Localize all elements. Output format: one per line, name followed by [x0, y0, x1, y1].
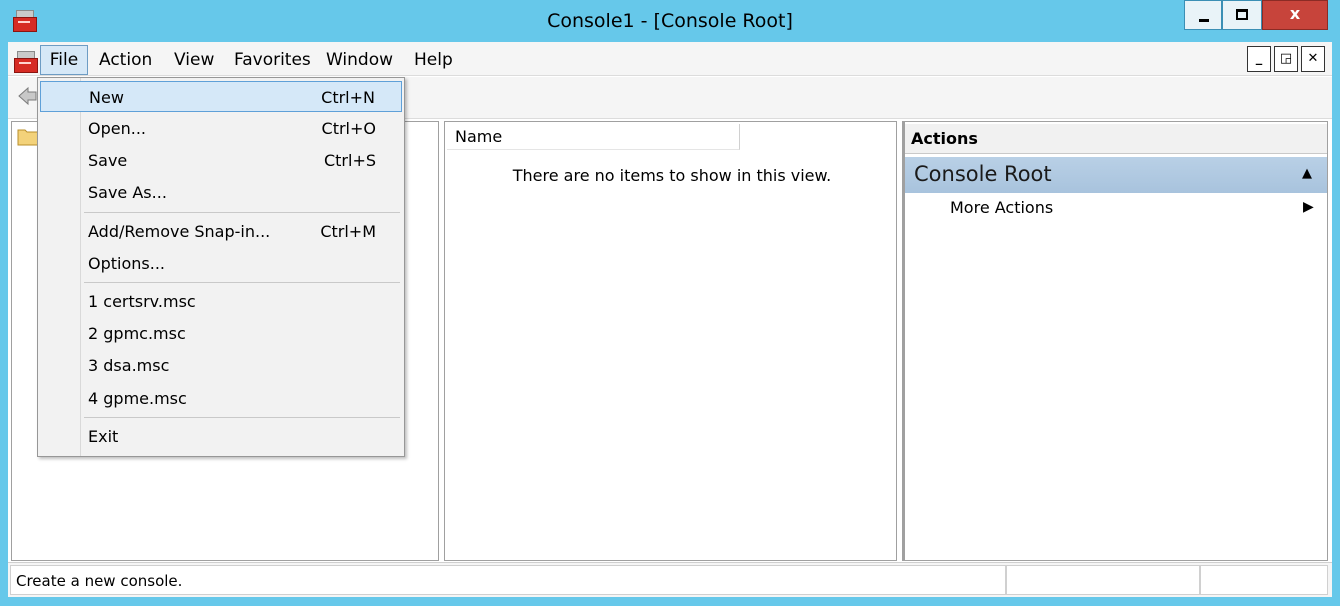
menu-separator: [84, 417, 400, 418]
menu-item-label: Save: [88, 151, 128, 170]
menu-item-recent-2[interactable]: 2 gpmc.msc: [40, 318, 402, 349]
menu-item-add-remove-snap-in[interactable]: Add/Remove Snap-in... Ctrl+M: [40, 216, 402, 247]
status-cell: [1200, 565, 1328, 595]
minimize-button[interactable]: [1184, 0, 1222, 30]
close-button[interactable]: x: [1262, 0, 1328, 30]
menu-item-shortcut: Ctrl+S: [323, 151, 376, 170]
child-close-button[interactable]: ✕: [1301, 46, 1325, 72]
console-system-menu-icon[interactable]: [14, 51, 38, 73]
menu-item-recent-3[interactable]: 3 dsa.msc: [40, 350, 402, 381]
close-icon: x: [1289, 4, 1301, 23]
menu-separator: [84, 282, 400, 283]
restore-icon: ◲: [1279, 51, 1293, 66]
menu-action[interactable]: Action: [93, 45, 158, 75]
actions-section-title: Console Root: [914, 162, 1052, 186]
menu-item-recent-4[interactable]: 4 gpme.msc: [40, 383, 402, 414]
menu-item-label: Save As...: [88, 183, 167, 202]
back-button[interactable]: [16, 84, 38, 108]
window-title: Console1 - [Console Root]: [547, 10, 793, 32]
minimize-icon: [1199, 19, 1209, 22]
menu-item-label: New: [89, 88, 124, 107]
menu-item-label: 2 gpmc.msc: [88, 324, 186, 343]
menu-item-shortcut: Ctrl+N: [321, 88, 375, 107]
status-text: Create a new console.: [10, 565, 1006, 595]
child-minimize-button[interactable]: _: [1247, 46, 1271, 72]
menu-file[interactable]: File: [40, 45, 88, 75]
menu-item-shortcut: Ctrl+M: [320, 222, 376, 241]
menu-item-save[interactable]: Save Ctrl+S: [40, 145, 402, 176]
minimize-icon: _: [1255, 51, 1263, 66]
menu-item-exit[interactable]: Exit: [40, 421, 402, 452]
menu-item-label: 1 certsrv.msc: [88, 292, 196, 311]
status-cell: [1006, 565, 1200, 595]
menu-view[interactable]: View: [168, 45, 220, 75]
more-actions-item[interactable]: More Actions: [950, 198, 1053, 217]
menu-item-new[interactable]: New Ctrl+N: [40, 81, 402, 112]
menu-item-label: Options...: [88, 254, 165, 273]
actions-header: Actions: [905, 124, 1327, 154]
results-list-pane[interactable]: [444, 121, 897, 561]
menu-favorites[interactable]: Favorites: [228, 45, 317, 75]
menu-item-open[interactable]: Open... Ctrl+O: [40, 113, 402, 144]
folder-icon: [17, 129, 39, 146]
collapse-up-icon[interactable]: ▲: [1302, 162, 1312, 186]
child-restore-button[interactable]: ◲: [1274, 46, 1298, 72]
menu-separator: [84, 212, 400, 213]
menu-item-recent-1[interactable]: 1 certsrv.msc: [40, 286, 402, 317]
menu-item-label: Exit: [88, 427, 119, 446]
column-header-name[interactable]: Name: [447, 124, 740, 150]
back-arrow-icon: [18, 86, 37, 106]
menu-window[interactable]: Window: [320, 45, 399, 75]
menu-item-shortcut: Ctrl+O: [321, 119, 376, 138]
maximize-button[interactable]: [1222, 0, 1262, 30]
expand-right-icon[interactable]: ▶: [1303, 199, 1314, 215]
console-root-node[interactable]: [17, 126, 39, 146]
menu-item-label: Open...: [88, 119, 146, 138]
menu-item-save-as[interactable]: Save As...: [40, 177, 402, 208]
menu-item-label: Add/Remove Snap-in...: [88, 222, 271, 241]
empty-list-message: There are no items to show in this view.: [512, 166, 832, 185]
menu-item-label: 3 dsa.msc: [88, 356, 170, 375]
close-icon: ✕: [1307, 51, 1319, 66]
menu-item-label: 4 gpme.msc: [88, 389, 187, 408]
menu-item-options[interactable]: Options...: [40, 248, 402, 279]
maximize-icon: [1236, 9, 1248, 20]
menu-help[interactable]: Help: [408, 45, 459, 75]
